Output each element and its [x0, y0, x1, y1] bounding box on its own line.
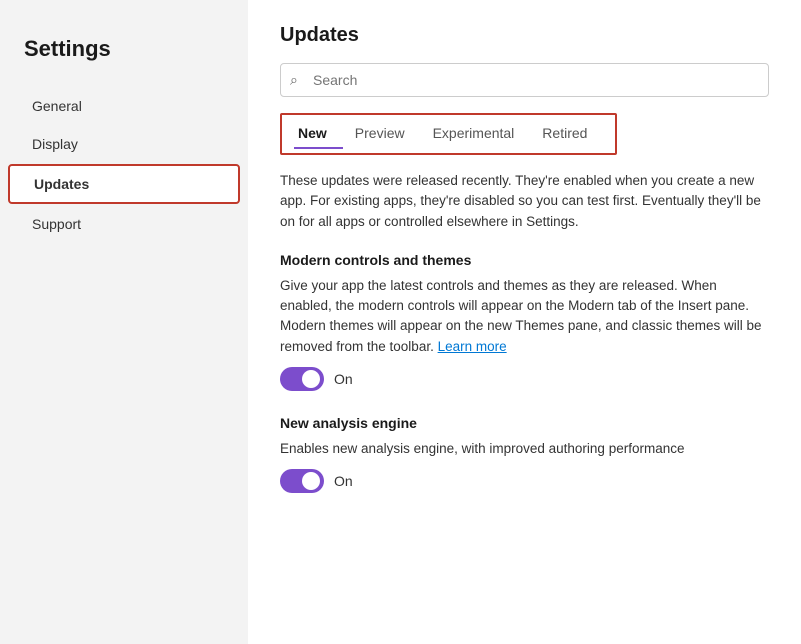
tabs-container: New Preview Experimental Retired	[280, 113, 617, 155]
toggle-slider-new-analysis	[280, 469, 324, 493]
feature-new-analysis: New analysis engine Enables new analysis…	[280, 415, 769, 493]
learn-more-link-modern-controls[interactable]: Learn more	[438, 339, 507, 354]
toggle-label-modern-controls: On	[334, 371, 353, 387]
toggle-slider-modern-controls	[280, 367, 324, 391]
toggle-new-analysis[interactable]	[280, 469, 324, 493]
sidebar-item-support[interactable]: Support	[8, 206, 240, 242]
app-title: Settings	[0, 20, 248, 86]
search-input[interactable]	[280, 63, 769, 97]
feature-desc-modern-controls: Give your app the latest controls and th…	[280, 276, 769, 357]
sidebar-item-general[interactable]: General	[8, 88, 240, 124]
feature-title-new-analysis: New analysis engine	[280, 415, 769, 431]
toggle-modern-controls[interactable]	[280, 367, 324, 391]
page-title: Updates	[280, 24, 769, 47]
sidebar-item-label: Display	[32, 136, 78, 152]
tab-preview[interactable]: Preview	[351, 121, 421, 149]
sidebar: Settings General Display Updates Support	[0, 0, 248, 644]
sidebar-item-label: Updates	[34, 176, 89, 192]
feature-title-modern-controls: Modern controls and themes	[280, 252, 769, 268]
toggle-row-new-analysis: On	[280, 469, 769, 493]
search-icon: ⌕	[290, 72, 298, 89]
sidebar-item-label: General	[32, 98, 82, 114]
sidebar-item-label: Support	[32, 216, 81, 232]
toggle-row-modern-controls: On	[280, 367, 769, 391]
updates-description: These updates were released recently. Th…	[280, 171, 769, 232]
search-container: ⌕	[280, 63, 769, 97]
feature-modern-controls: Modern controls and themes Give your app…	[280, 252, 769, 391]
toggle-label-new-analysis: On	[334, 473, 353, 489]
sidebar-item-updates[interactable]: Updates	[8, 164, 240, 204]
main-content: Updates ⌕ New Preview Experimental Retir…	[248, 0, 801, 644]
feature-desc-new-analysis: Enables new analysis engine, with improv…	[280, 439, 769, 459]
tab-retired[interactable]: Retired	[538, 121, 603, 149]
tab-new[interactable]: New	[294, 121, 343, 149]
sidebar-item-display[interactable]: Display	[8, 126, 240, 162]
tab-experimental[interactable]: Experimental	[429, 121, 531, 149]
